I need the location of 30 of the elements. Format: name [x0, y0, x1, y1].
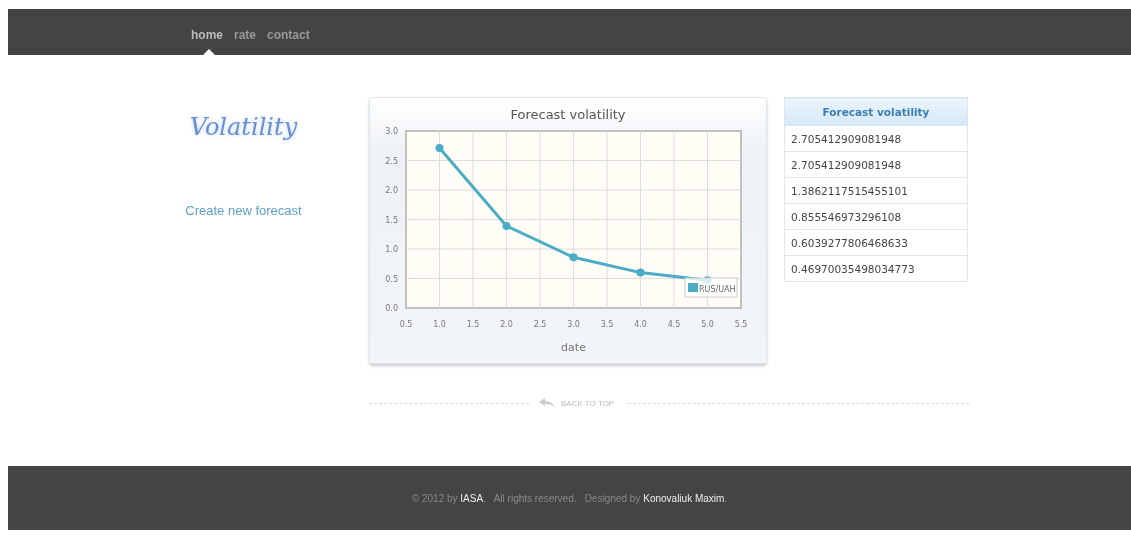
- legend-label: RUS/UAH: [699, 285, 736, 294]
- y-tick-label: 2.0: [385, 186, 398, 195]
- x-tick-label: 5.0: [701, 320, 714, 329]
- x-tick-label: 4.5: [667, 320, 681, 329]
- x-tick-label: 0.5: [399, 320, 413, 329]
- table-header: Forecast volatility: [784, 97, 968, 126]
- table-cell: 2.705412909081948: [784, 125, 968, 152]
- y-tick-label: 2.5: [385, 156, 398, 166]
- x-tick-label: 3.5: [600, 320, 614, 329]
- y-tick-label: 0.5: [385, 274, 398, 284]
- x-axis-title: date: [561, 341, 586, 354]
- y-tick-label: 0.0: [385, 304, 398, 313]
- table-cell: 2.705412909081948: [784, 151, 968, 178]
- y-tick-label: 3.0: [385, 127, 398, 136]
- table-cell: 0.46970035498034773: [784, 255, 968, 282]
- y-tick-label: 1.5: [385, 215, 398, 225]
- x-tick-label: 4.0: [634, 320, 647, 329]
- x-tick-label: 1.0: [433, 320, 446, 329]
- x-tick-label: 1.5: [466, 320, 480, 329]
- y-tick-label: 1.0: [385, 245, 398, 254]
- x-tick-label: 2.0: [500, 320, 513, 329]
- table-cell: 1.3862117515455101: [784, 177, 968, 204]
- logo: Volatility: [189, 113, 298, 141]
- copyright-text: © 2012 by IASA. All rights reserved. Designed by Konovaliuk Maxim.: [411, 492, 728, 504]
- table-cell: 0.6039277806468633: [784, 229, 968, 256]
- table-cell: 0.855546973296108: [784, 203, 968, 230]
- x-tick-label: 5.5: [734, 320, 748, 329]
- x-tick-label: 3.0: [567, 320, 580, 329]
- x-tick-label: 2.5: [533, 320, 547, 329]
- chart-title: Forecast volatility: [509, 106, 627, 124]
